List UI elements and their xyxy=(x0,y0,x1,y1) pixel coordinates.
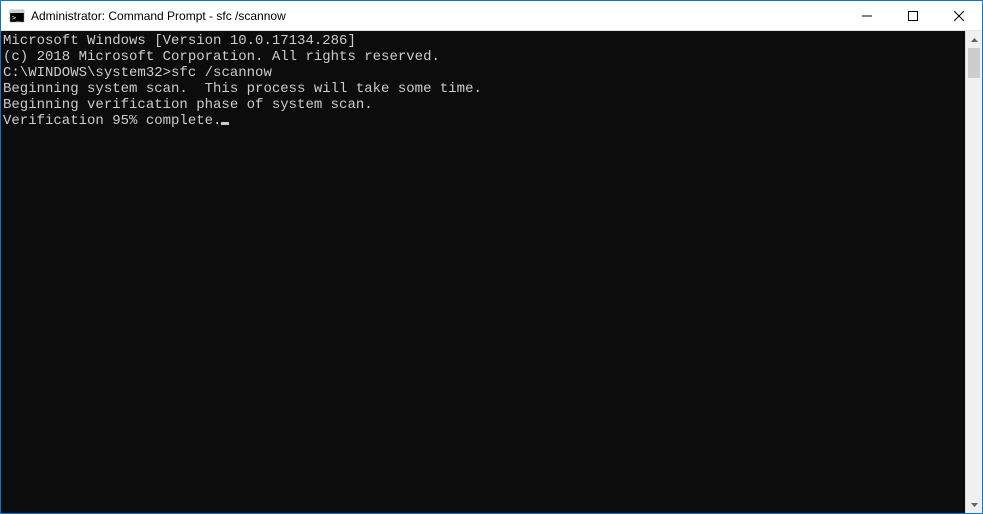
chevron-down-icon xyxy=(971,503,978,507)
command-text: sfc /scannow xyxy=(171,65,272,81)
scroll-track[interactable] xyxy=(966,48,982,496)
output-line: Microsoft Windows [Version 10.0.17134.28… xyxy=(3,33,965,49)
output-line: Beginning verification phase of system s… xyxy=(3,97,965,113)
minimize-button[interactable] xyxy=(844,1,890,30)
maximize-button[interactable] xyxy=(890,1,936,30)
chevron-up-icon xyxy=(971,38,978,42)
window-controls xyxy=(844,1,982,30)
console-output[interactable]: Microsoft Windows [Version 10.0.17134.28… xyxy=(1,31,965,513)
prompt-prefix: C:\WINDOWS\system32> xyxy=(3,65,171,81)
scroll-thumb[interactable] xyxy=(968,48,980,78)
cursor xyxy=(221,122,229,125)
output-line: (c) 2018 Microsoft Corporation. All righ… xyxy=(3,49,965,65)
vertical-scrollbar[interactable] xyxy=(965,31,982,513)
close-icon xyxy=(954,11,964,21)
scroll-down-button[interactable] xyxy=(966,496,982,513)
close-button[interactable] xyxy=(936,1,982,30)
progress-text: Verification 95% complete. xyxy=(3,113,221,129)
minimize-icon xyxy=(862,11,872,21)
scroll-up-button[interactable] xyxy=(966,31,982,48)
command-prompt-window: >_ Administrator: Command Prompt - sfc /… xyxy=(1,1,982,513)
console-area: Microsoft Windows [Version 10.0.17134.28… xyxy=(1,31,982,513)
prompt-line: C:\WINDOWS\system32>sfc /scannow xyxy=(3,65,965,81)
app-icon: >_ xyxy=(9,8,25,24)
maximize-icon xyxy=(908,11,918,21)
output-line: Verification 95% complete. xyxy=(3,113,965,129)
window-title: Administrator: Command Prompt - sfc /sca… xyxy=(31,9,844,23)
svg-text:>_: >_ xyxy=(12,14,21,22)
titlebar[interactable]: >_ Administrator: Command Prompt - sfc /… xyxy=(1,1,982,31)
output-line: Beginning system scan. This process will… xyxy=(3,81,965,97)
